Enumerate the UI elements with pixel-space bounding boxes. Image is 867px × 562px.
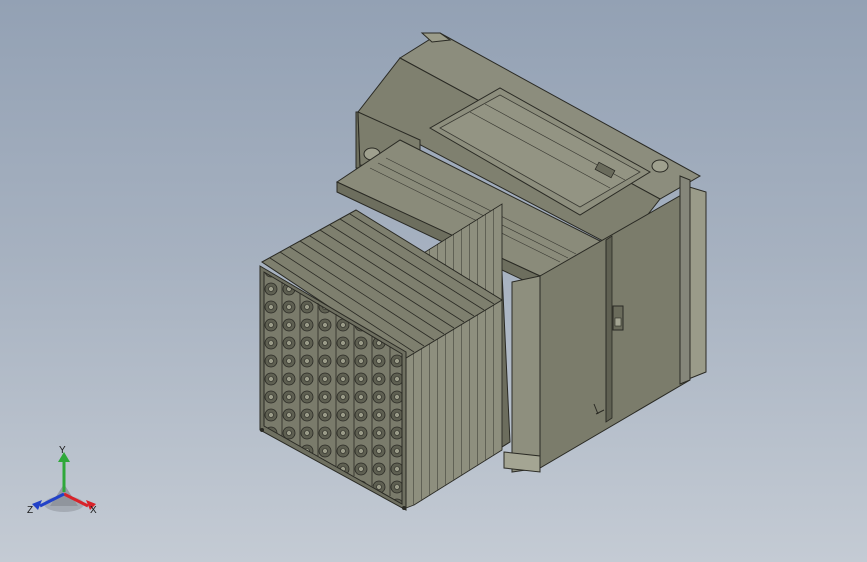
axis-z-label: Z bbox=[27, 505, 34, 516]
coordinate-triad[interactable]: Y X Z bbox=[24, 444, 108, 524]
3d-model-enclosure[interactable] bbox=[0, 0, 867, 562]
axis-y-label: Y bbox=[59, 445, 66, 456]
axis-x-label: X bbox=[90, 505, 97, 516]
graphics-viewport[interactable]: Y X Z bbox=[0, 0, 867, 562]
